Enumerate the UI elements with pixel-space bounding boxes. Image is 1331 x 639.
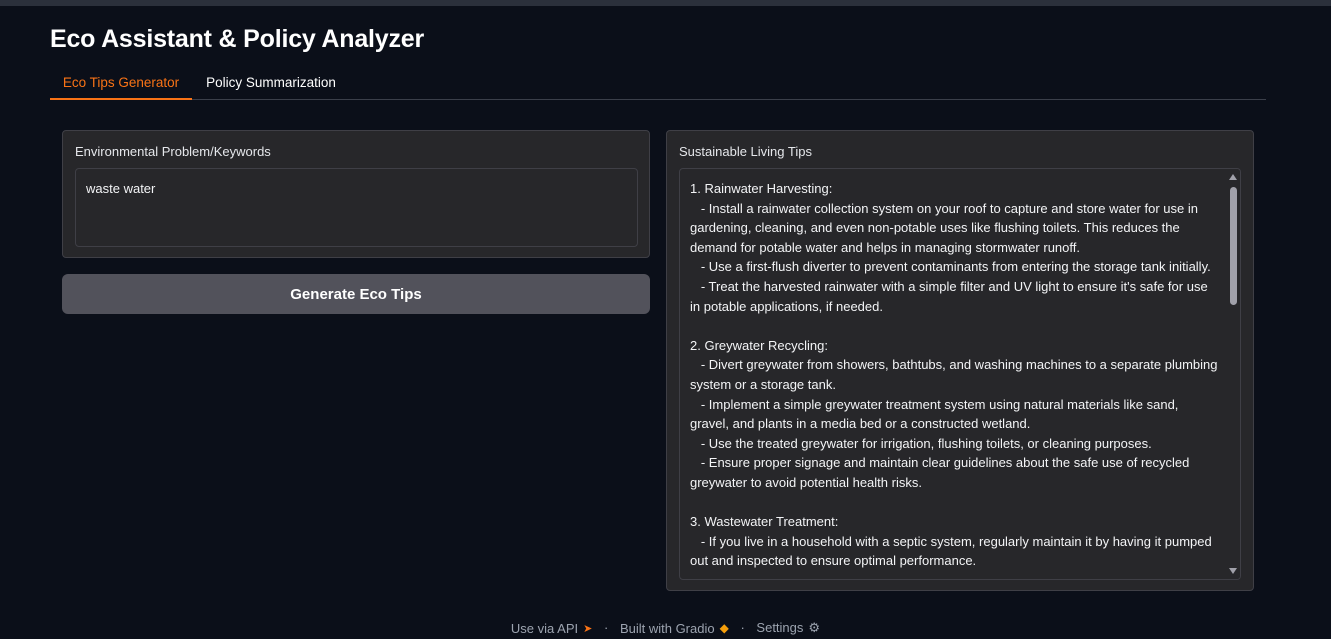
gradio-logo-icon: ◆ xyxy=(719,621,729,636)
footer: Use via API ➤ · Built with Gradio ◆ · Sett… xyxy=(0,619,1331,636)
built-with-gradio-link[interactable]: Built with Gradio ◆ xyxy=(620,620,729,636)
tab-bar: Eco Tips Generator Policy Summarization xyxy=(50,66,1266,100)
scroll-up-icon[interactable] xyxy=(1229,174,1237,180)
input-label: Environmental Problem/Keywords xyxy=(75,144,271,159)
scroll-thumb[interactable] xyxy=(1230,187,1237,305)
generate-eco-tips-button[interactable]: Generate Eco Tips xyxy=(62,274,650,314)
footer-separator: · xyxy=(740,620,745,636)
keywords-input[interactable]: waste water xyxy=(75,168,638,247)
scroll-down-icon[interactable] xyxy=(1229,568,1237,574)
output-scrollbar[interactable] xyxy=(1226,169,1240,579)
page-title: Eco Assistant & Policy Analyzer xyxy=(50,25,425,53)
tips-output-box[interactable]: 1. Rainwater Harvesting: - Install a rai… xyxy=(679,168,1241,580)
gear-icon: ⚙ xyxy=(808,619,821,635)
tab-policy-summarization[interactable]: Policy Summarization xyxy=(192,66,350,100)
tab-eco-tips-generator[interactable]: Eco Tips Generator xyxy=(50,66,192,100)
output-panel: Sustainable Living Tips 1. Rainwater Har… xyxy=(666,130,1254,591)
tips-output-text: 1. Rainwater Harvesting: - Install a rai… xyxy=(690,181,1218,569)
input-panel: Environmental Problem/Keywords waste wat… xyxy=(62,130,650,258)
use-via-api-link[interactable]: Use via API ➤ xyxy=(511,620,592,636)
footer-separator: · xyxy=(603,620,609,636)
rocket-icon: ➤ xyxy=(583,622,593,635)
output-label: Sustainable Living Tips xyxy=(679,144,812,159)
settings-link[interactable]: Settings ⚙ xyxy=(756,619,820,636)
top-strip xyxy=(0,0,1331,6)
